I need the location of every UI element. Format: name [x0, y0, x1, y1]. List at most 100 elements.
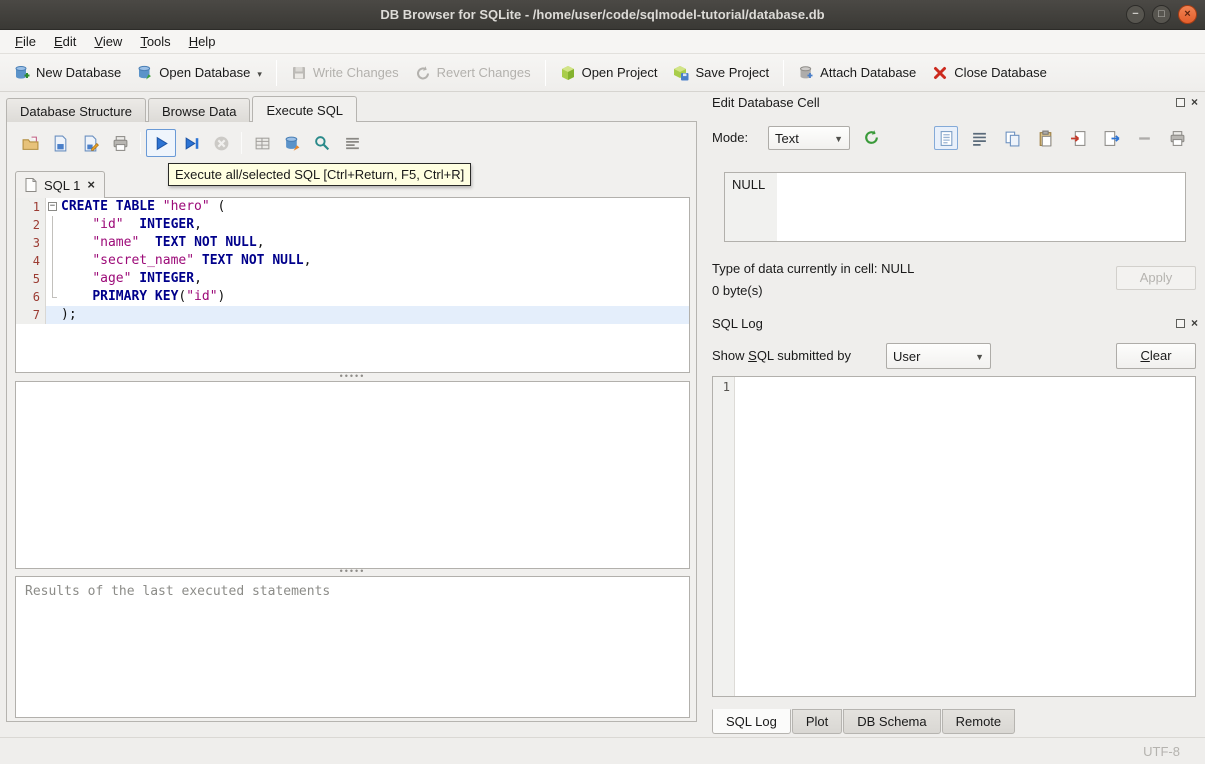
print-sql-icon	[112, 135, 129, 152]
toolbar-separator	[544, 59, 546, 86]
line-body[interactable]: "age" INTEGER,	[46, 270, 689, 288]
menu-edit[interactable]: Edit	[45, 30, 85, 53]
open-project-button[interactable]: Open Project	[552, 60, 666, 86]
text-view-button[interactable]	[934, 126, 958, 150]
apply-button[interactable]: Apply	[1116, 266, 1196, 290]
dock-tab-remote[interactable]: Remote	[941, 709, 1016, 734]
line-body[interactable]: "id" INTEGER,	[46, 216, 689, 234]
tab-execute-sql[interactable]: Execute SQL	[252, 96, 358, 122]
save-results-button[interactable]	[247, 129, 277, 157]
menu-help[interactable]: Help	[180, 30, 225, 53]
float-dock-icon[interactable]	[1176, 97, 1185, 107]
title-bar[interactable]: DB Browser for SQLite - /home/user/code/…	[0, 0, 1205, 30]
copy-data-button[interactable]	[1000, 126, 1024, 150]
cell-editor[interactable]: NULL	[724, 172, 1186, 242]
execute-current-line-button[interactable]	[176, 129, 206, 157]
line-number: 7	[16, 306, 46, 324]
menu-view[interactable]: View	[85, 30, 131, 53]
minimize-window-icon[interactable]: −	[1126, 5, 1145, 24]
fold-guide	[46, 234, 60, 252]
results-placeholder: Results of the last executed statements	[25, 584, 331, 599]
sql-toolbar	[15, 127, 367, 159]
chevron-down-icon: ▼	[834, 133, 843, 144]
dock-tab-db-schema[interactable]: DB Schema	[843, 709, 941, 734]
float-dock-icon[interactable]	[1176, 318, 1185, 328]
fold-marker-icon[interactable]: −	[46, 198, 60, 216]
save-results-icon	[254, 135, 271, 152]
maximize-window-icon[interactable]: □	[1152, 5, 1171, 24]
close-tab-icon[interactable]: ×	[87, 178, 95, 191]
dock-tab-plot[interactable]: Plot	[791, 709, 843, 734]
sql-log-filter-select[interactable]: User ▼	[886, 343, 991, 369]
menu-bar: File Edit View Tools Help	[0, 30, 1205, 54]
tab-browse-data[interactable]: Browse Data	[148, 98, 251, 122]
splitter-handle[interactable]: •••••	[15, 372, 690, 381]
save-project-button[interactable]: Save Project	[665, 60, 777, 86]
code-text: "age" INTEGER,	[92, 271, 202, 286]
menu-tools[interactable]: Tools	[131, 30, 179, 53]
save-sql-file-as-button[interactable]	[75, 129, 105, 157]
clear-log-button[interactable]: Clear	[1116, 343, 1196, 369]
line-body[interactable]: );	[46, 306, 689, 324]
window-controls: − □ ×	[1126, 5, 1197, 24]
toolbar-button-label: Close Database	[954, 65, 1047, 80]
sql-document-icon	[25, 178, 37, 192]
sql-editor[interactable]: 1− CREATE TABLE "hero" (2 "id" INTEGER, 3 …	[15, 197, 690, 373]
tab-sql-1[interactable]: SQL 1 ×	[15, 171, 105, 198]
execute-all-button[interactable]	[146, 129, 176, 157]
show-sql-filter-label: Show SQL submitted by	[712, 348, 851, 363]
format-sql-button[interactable]	[337, 129, 367, 157]
toolbar-separator	[241, 132, 242, 154]
revert-changes-button[interactable]: Revert Changes	[407, 60, 539, 86]
open-sql-file-button[interactable]	[15, 129, 45, 157]
paste-data-button[interactable]	[1033, 126, 1057, 150]
line-body[interactable]: − CREATE TABLE "hero" (	[46, 198, 689, 216]
sql-tab-label: SQL 1	[44, 177, 81, 193]
save-sql-file-button[interactable]	[45, 129, 75, 157]
line-body[interactable]: PRIMARY KEY("id")	[46, 288, 689, 306]
auto-switch-mode-button[interactable]	[859, 125, 883, 149]
close-window-icon[interactable]: ×	[1178, 5, 1197, 24]
close-dock-icon[interactable]: ×	[1191, 96, 1198, 108]
attach-database-button[interactable]: Attach Database	[790, 60, 924, 86]
line-body[interactable]: "name" TEXT NOT NULL,	[46, 234, 689, 252]
write-changes-button[interactable]: Write Changes	[283, 60, 407, 86]
dropdown-arrow-icon[interactable]: ▾	[257, 65, 262, 80]
set-null-button[interactable]	[1132, 126, 1156, 150]
edit-cell-title: Edit Database Cell	[712, 95, 820, 110]
line-body[interactable]: "secret_name" TEXT NOT NULL,	[46, 252, 689, 270]
open-database-button[interactable]: Open Database ▾	[129, 60, 270, 86]
attach-database-icon	[798, 65, 814, 81]
find-replace-button[interactable]	[307, 129, 337, 157]
text-view-icon	[938, 130, 955, 147]
sql-log-view[interactable]: 1	[712, 376, 1196, 697]
open-query-database-button[interactable]	[277, 129, 307, 157]
menu-file[interactable]: File	[6, 30, 45, 53]
print-sql-button[interactable]	[105, 129, 135, 157]
mode-select[interactable]: Text ▼	[768, 126, 850, 150]
write-changes-icon	[291, 65, 307, 81]
paste-data-icon	[1037, 130, 1054, 147]
line-number: 3	[16, 234, 46, 252]
sql-subtab-bar: SQL 1 ×	[15, 171, 105, 198]
new-database-button[interactable]: New Database	[6, 60, 129, 86]
results-grid[interactable]	[15, 381, 690, 569]
export-data-icon	[1103, 130, 1120, 147]
print-cell-button[interactable]	[1165, 126, 1189, 150]
close-database-button[interactable]: Close Database	[924, 60, 1055, 86]
word-wrap-icon	[971, 130, 988, 147]
cell-size-info: 0 byte(s)	[712, 283, 763, 298]
close-dock-icon[interactable]: ×	[1191, 317, 1198, 329]
dock-tab-bar: SQL Log Plot DB Schema Remote	[712, 709, 1016, 734]
stop-execution-button[interactable]	[206, 129, 236, 157]
tab-database-structure[interactable]: Database Structure	[6, 98, 147, 122]
import-data-button[interactable]	[1066, 126, 1090, 150]
export-data-button[interactable]	[1099, 126, 1123, 150]
dock-tab-sql-log[interactable]: SQL Log	[712, 709, 791, 734]
open-project-icon	[560, 65, 576, 81]
word-wrap-button[interactable]	[967, 126, 991, 150]
splitter-handle[interactable]: •••••	[15, 567, 690, 576]
editor-line: 3 "name" TEXT NOT NULL,	[16, 234, 689, 252]
editor-line: 5 "age" INTEGER,	[16, 270, 689, 288]
toolbar-button-label: New Database	[36, 65, 122, 80]
